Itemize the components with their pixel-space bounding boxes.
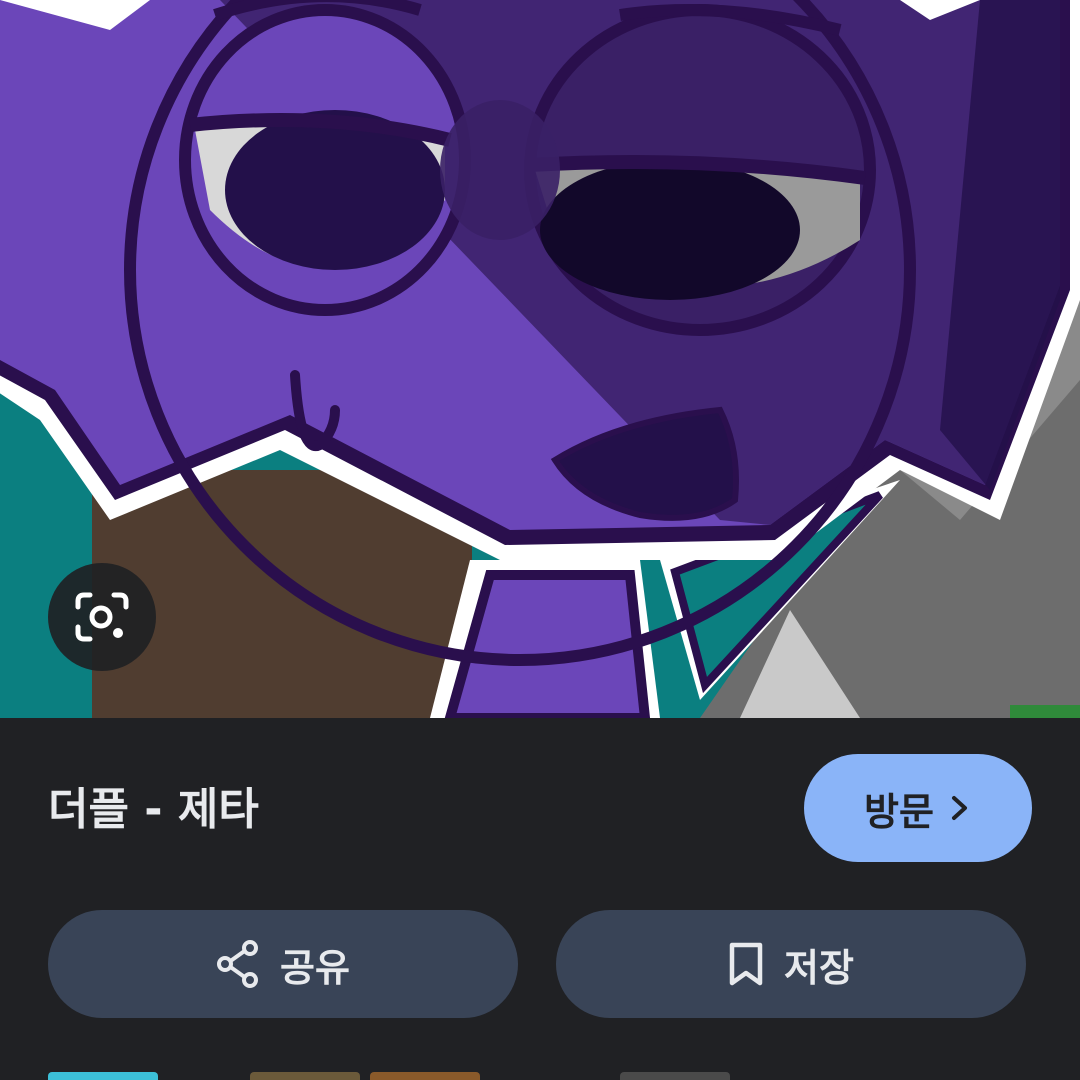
related-images-strip: [0, 1072, 1080, 1080]
google-lens-button[interactable]: [48, 563, 156, 671]
chevron-right-icon: [948, 793, 972, 823]
image-viewer-screen: 더플 - 제타 방문 공유 저장: [0, 0, 1080, 1080]
character-illustration: [0, 0, 1080, 718]
share-label: 공유: [280, 945, 350, 990]
share-icon: [216, 940, 260, 988]
related-image-thumbnail[interactable]: [370, 1072, 480, 1080]
bookmark-icon: [728, 941, 764, 987]
visit-label: 방문: [864, 789, 934, 834]
save-label: 저장: [784, 945, 854, 990]
related-image-thumbnail[interactable]: [250, 1072, 360, 1080]
related-image-thumbnail[interactable]: [620, 1072, 730, 1080]
related-image-thumbnail[interactable]: [48, 1072, 158, 1080]
google-lens-icon: [72, 587, 132, 647]
result-title: 더플 - 제타: [48, 784, 259, 835]
save-button[interactable]: 저장: [556, 910, 1026, 1018]
visit-button[interactable]: 방문: [804, 754, 1032, 862]
share-button[interactable]: 공유: [48, 910, 518, 1018]
image-preview[interactable]: [0, 0, 1080, 718]
